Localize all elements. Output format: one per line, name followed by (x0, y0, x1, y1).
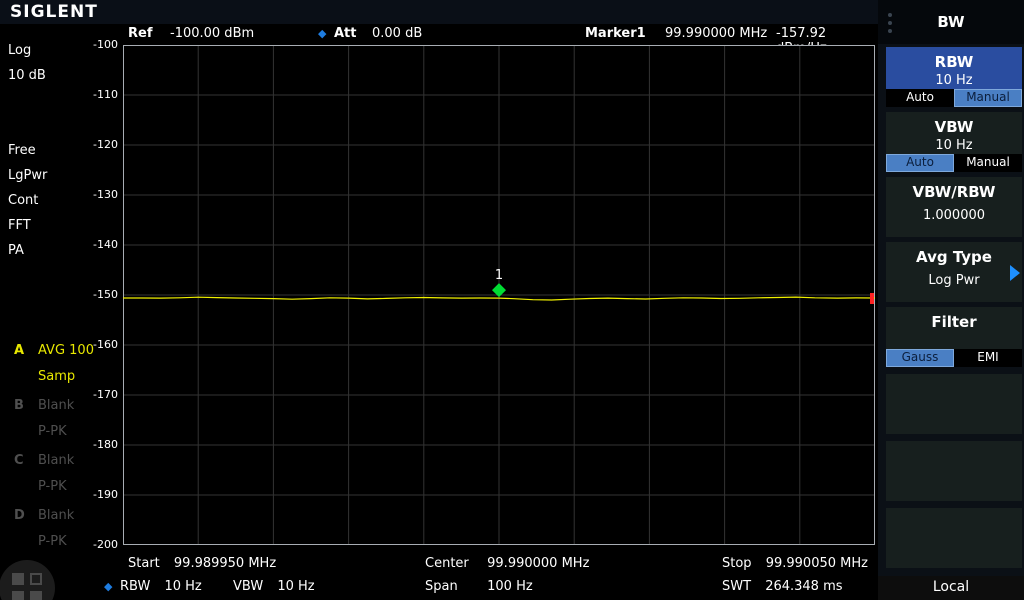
trace-plot: 1 (123, 45, 875, 545)
vbw-auto-manual-toggle: Auto Manual (886, 154, 1022, 172)
span-readout[interactable]: Span 100 Hz (425, 579, 533, 594)
trace-c-letter: C (14, 453, 24, 468)
marker-1[interactable]: 1 (492, 268, 506, 297)
rbw-auto-manual-toggle: Auto Manual (886, 89, 1022, 107)
filter-softkey-title: Filter (886, 313, 1022, 331)
left-status-sidebar: Log 10 dB Free LgPwr Cont FFT PA A AVG 1… (0, 24, 123, 548)
softkey-vbw[interactable]: VBW 10 Hz Auto Manual (886, 112, 1022, 172)
submenu-arrow-icon (1010, 265, 1020, 281)
avg-type-softkey-value: Log Pwr (886, 273, 1022, 288)
rbw-manual-option[interactable]: Manual (954, 89, 1022, 107)
trace-d-mode: Blank (38, 508, 74, 523)
marker-frequency: 99.990000 MHz (665, 26, 767, 41)
swt-readout[interactable]: SWT 264.348 ms (722, 579, 843, 594)
amplitude-tick-label: -110 (76, 88, 118, 101)
start-value: 99.989950 MHz (174, 556, 276, 571)
bottom-info-bar: Start 99.989950 MHz Center 99.990000 MHz… (0, 548, 878, 600)
ratio-softkey-value: 1.000000 (886, 208, 1022, 223)
softkey-menu-panel: BW RBW 10 Hz Auto Manual VBW 10 Hz Auto … (878, 0, 1024, 600)
top-info-bar: Ref -100.00 dBm ◆ Att 0.00 dB Marker1 99… (0, 24, 878, 44)
softkey-blank-3 (886, 508, 1022, 568)
vbw-label: VBW (233, 579, 263, 594)
menu-title: BW (878, 13, 1024, 31)
trace-a-letter: A (14, 343, 24, 358)
brand-logo: SIGLENT (10, 2, 98, 22)
ratio-softkey-title: VBW/RBW (886, 183, 1022, 201)
vbw-auto-option[interactable]: Auto (886, 154, 954, 172)
trace-d-detector: P-PK (38, 534, 67, 549)
filter-gauss-option[interactable]: Gauss (886, 349, 954, 367)
marker-label: Marker1 (585, 26, 646, 41)
ref-value[interactable]: -100.00 dBm (170, 26, 254, 41)
scale-div-label: 10 dB (8, 68, 46, 83)
logo-bar: SIGLENT (0, 0, 878, 24)
span-value: 100 Hz (487, 579, 533, 594)
spectrum-analyzer-app: SIGLENT Ref -100.00 dBm ◆ Att 0.00 dB Ma… (0, 0, 1024, 600)
att-label: Att (334, 26, 357, 41)
spectrum-display[interactable]: 1 (123, 45, 875, 545)
stop-freq-readout[interactable]: Stop 99.990050 MHz (722, 556, 868, 571)
rbw-label: RBW (120, 579, 150, 594)
fft-mode-label: FFT (8, 218, 31, 233)
amplitude-tick-label: -180 (76, 438, 118, 451)
coupled-function-icon: ◆ (318, 27, 326, 40)
amplitude-tick-label: -170 (76, 388, 118, 401)
coupled-rbw-icon: ◆ (104, 580, 112, 593)
rbw-readout[interactable]: RBW 10 Hz (120, 579, 202, 594)
softkey-blank-2 (886, 441, 1022, 501)
local-button[interactable]: Local (878, 576, 1024, 600)
menu-header: BW (878, 0, 1024, 44)
softkey-vbw-rbw-ratio[interactable]: VBW/RBW 1.000000 (886, 177, 1022, 237)
svg-text:1: 1 (495, 268, 503, 283)
swt-label: SWT (722, 579, 751, 594)
amplitude-tick-label: -190 (76, 488, 118, 501)
swt-value: 264.348 ms (765, 579, 842, 594)
trace-c-mode: Blank (38, 453, 74, 468)
trace-c-detector: P-PK (38, 479, 67, 494)
vbw-value: 10 Hz (277, 579, 314, 594)
span-label: Span (425, 579, 473, 594)
center-freq-readout[interactable]: Center 99.990000 MHz (425, 556, 589, 571)
trace-b-detector: P-PK (38, 424, 67, 439)
center-label: Center (425, 556, 473, 571)
scale-type-label: Log (8, 43, 31, 58)
softkey-filter[interactable]: Filter Gauss EMI (886, 307, 1022, 367)
filter-type-toggle: Gauss EMI (886, 349, 1022, 367)
amplitude-tick-label: -120 (76, 138, 118, 151)
start-label: Start (128, 556, 160, 571)
avg-type-softkey-title: Avg Type (886, 248, 1022, 266)
filter-emi-option[interactable]: EMI (954, 349, 1022, 367)
rbw-auto-option[interactable]: Auto (886, 89, 954, 107)
trace-b-letter: B (14, 398, 24, 413)
amplitude-tick-label: -160 (76, 338, 118, 351)
center-value: 99.990000 MHz (487, 556, 589, 571)
sweep-mode-label: Cont (8, 193, 38, 208)
amplitude-tick-label: -140 (76, 238, 118, 251)
stop-value: 99.990050 MHz (766, 556, 868, 571)
vbw-readout[interactable]: VBW 10 Hz (233, 579, 315, 594)
rbw-softkey-value: 10 Hz (886, 73, 1022, 88)
trace-a-detector: Samp (38, 369, 75, 384)
softkey-avg-type[interactable]: Avg Type Log Pwr (886, 242, 1022, 302)
vbw-softkey-title: VBW (886, 118, 1022, 136)
stop-label: Stop (722, 556, 752, 571)
trigger-mode-label: Free (8, 143, 36, 158)
rbw-softkey-title: RBW (886, 53, 1022, 71)
vbw-softkey-value: 10 Hz (886, 138, 1022, 153)
start-freq-readout[interactable]: Start 99.989950 MHz (128, 556, 276, 571)
att-value[interactable]: 0.00 dB (372, 26, 422, 41)
vbw-manual-option[interactable]: Manual (954, 154, 1022, 172)
sweep-position-indicator (870, 293, 874, 304)
preamp-label: PA (8, 243, 24, 258)
rbw-value: 10 Hz (164, 579, 201, 594)
ref-label: Ref (128, 26, 152, 41)
trace-b-mode: Blank (38, 398, 74, 413)
amplitude-tick-label: -150 (76, 288, 118, 301)
trace-d-letter: D (14, 508, 25, 523)
softkey-blank-1 (886, 374, 1022, 434)
avg-mode-label: LgPwr (8, 168, 47, 183)
amplitude-tick-label: -130 (76, 188, 118, 201)
amplitude-tick-label: -100 (76, 38, 118, 51)
softkey-rbw[interactable]: RBW 10 Hz Auto Manual (886, 47, 1022, 107)
